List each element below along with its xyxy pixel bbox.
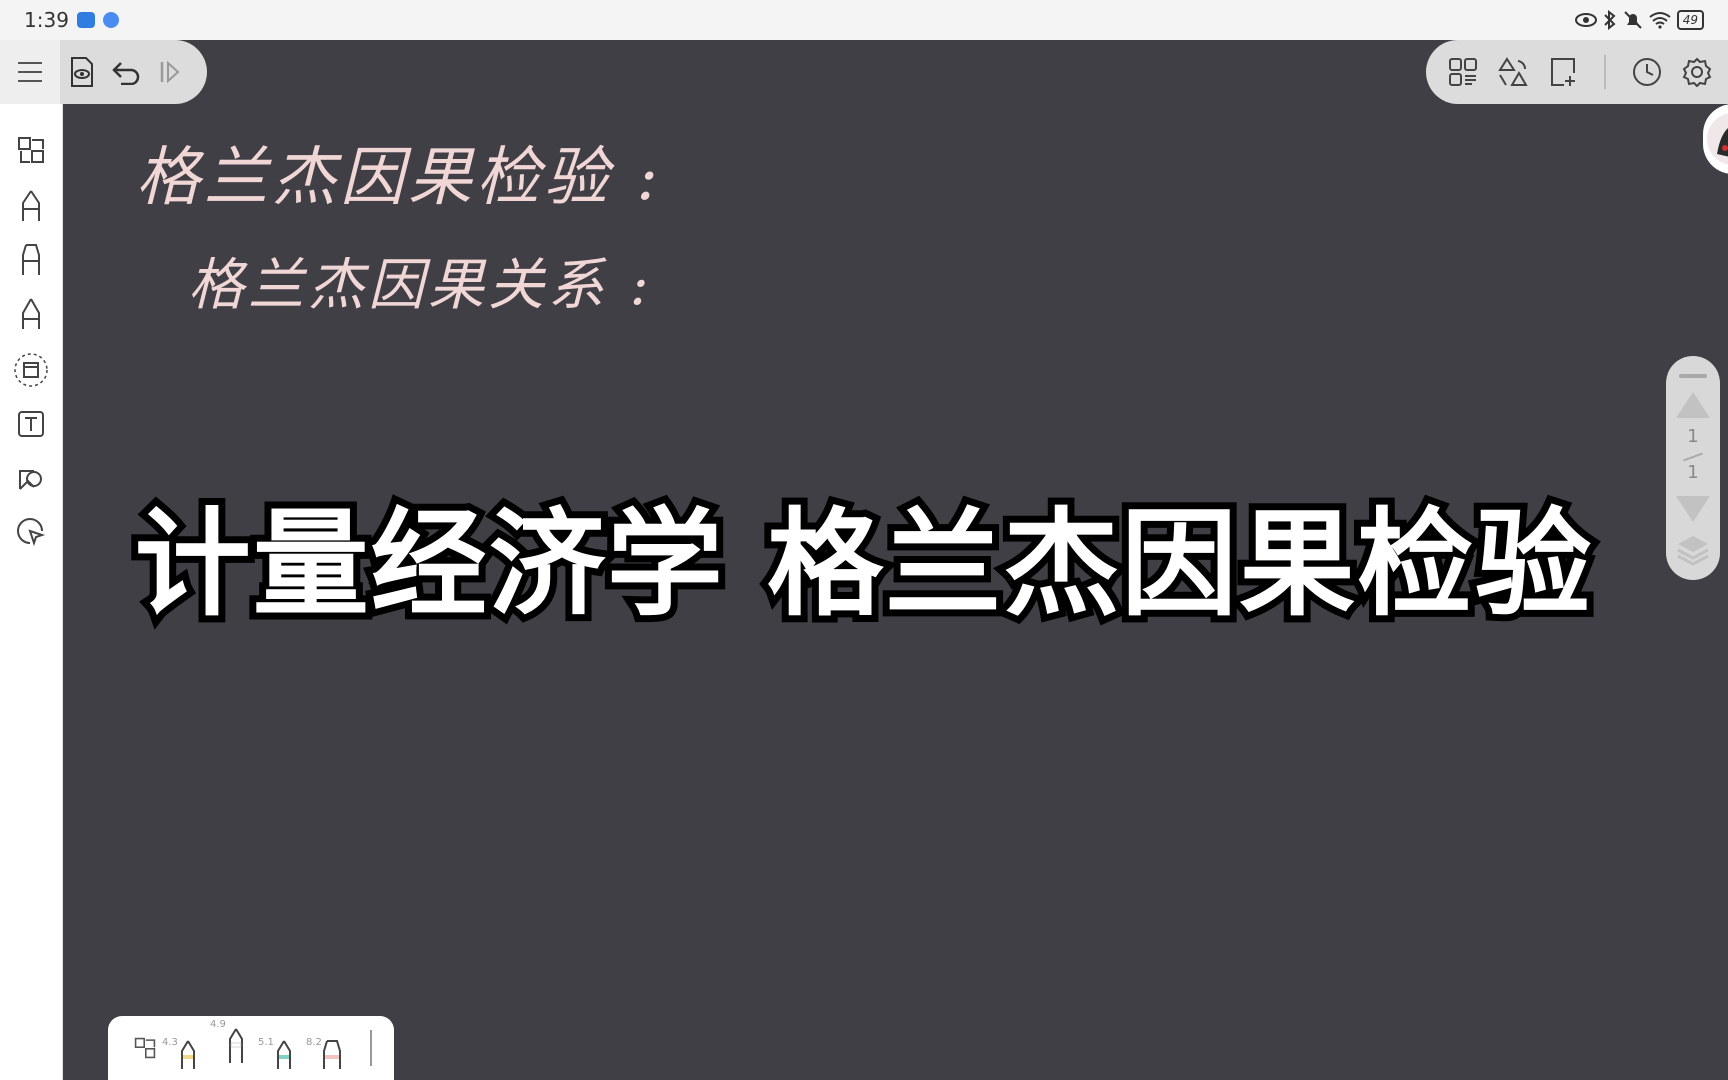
- tray-shapes-button[interactable]: [128, 1026, 162, 1070]
- tray-divider: [370, 1030, 372, 1066]
- bluetooth-icon: [1604, 10, 1616, 30]
- eye-icon: [1574, 13, 1597, 27]
- history-icon: [1633, 58, 1661, 86]
- handwritten-line-2: 格兰杰因果关系 :: [188, 253, 653, 318]
- marker-icon: [323, 1040, 341, 1069]
- shapes-tool-button[interactable]: [11, 130, 51, 170]
- redo-icon: [160, 60, 180, 84]
- thumbnails-icon: [1449, 58, 1477, 86]
- shape-recognition-button[interactable]: [1490, 49, 1536, 95]
- pen-tray: 4.3 4.9 5.1 8.2: [108, 1016, 394, 1080]
- shapes-recognition-icon: [1498, 57, 1528, 86]
- text-box-icon: [18, 411, 44, 437]
- pen-icon: [229, 1028, 243, 1063]
- marker-pen-icon: [22, 244, 40, 275]
- laser-pointer-tool-button[interactable]: [11, 512, 51, 552]
- menu-icon: [18, 62, 42, 82]
- wifi-icon: [1649, 12, 1671, 29]
- pen-icon: [277, 1040, 291, 1069]
- handwritten-line-1: 格兰杰因果检验 :: [136, 141, 662, 215]
- next-page-button[interactable]: [1676, 496, 1710, 522]
- tray-pen-size: 5.1: [258, 1037, 274, 1048]
- laser-pointer-icon: [17, 518, 46, 547]
- video-caption: 计量经济学 格兰杰因果检验: [128, 490, 1598, 639]
- current-page-number: 1: [1687, 426, 1699, 447]
- tray-pen-size: 4.3: [162, 1037, 178, 1048]
- tray-pen-size: 8.2: [306, 1037, 322, 1048]
- lasso-icon: [14, 353, 48, 387]
- text-tool-button[interactable]: [11, 404, 51, 444]
- undo-icon: [112, 62, 140, 85]
- tray-pen-3[interactable]: 5.1: [258, 1023, 306, 1073]
- shapes-icon: [134, 1037, 156, 1059]
- marker-tool-button[interactable]: [11, 240, 51, 280]
- redo-button[interactable]: [148, 50, 192, 94]
- tray-pen-2[interactable]: 4.9: [210, 1019, 258, 1073]
- history-button[interactable]: [1624, 49, 1670, 95]
- page-nav-handle[interactable]: [1679, 374, 1707, 378]
- add-page-icon: [1551, 58, 1575, 86]
- previous-page-button[interactable]: [1676, 392, 1710, 418]
- add-page-button[interactable]: [1540, 49, 1586, 95]
- status-left: 1:39: [24, 8, 119, 32]
- lasso-tool-button[interactable]: [11, 350, 51, 390]
- read-mode-icon: [71, 57, 93, 87]
- total-page-number: 1: [1687, 462, 1699, 483]
- menu-button[interactable]: [0, 40, 60, 104]
- pen-icon: [181, 1040, 195, 1069]
- thumbnails-button[interactable]: [1440, 49, 1486, 95]
- pencil-icon: [22, 298, 40, 329]
- toolbar-divider: [1604, 55, 1606, 89]
- read-mode-button[interactable]: [60, 50, 104, 94]
- page-navigator: 1 1: [1666, 356, 1720, 580]
- pencil-tool-button[interactable]: [11, 294, 51, 334]
- undo-button[interactable]: [104, 50, 148, 94]
- battery-indicator: 49: [1676, 10, 1704, 30]
- status-bar: 1:39 49: [0, 0, 1728, 40]
- mute-bell-icon: [1624, 11, 1642, 29]
- fountain-pen-icon: [22, 190, 40, 221]
- image-tool-button[interactable]: [11, 458, 51, 498]
- tray-pen-size: 4.9: [210, 1019, 226, 1030]
- status-time: 1:39: [24, 8, 69, 32]
- shapes-icon: [18, 137, 44, 163]
- status-right: 49: [1574, 10, 1704, 30]
- top-right-toolbar: [1426, 40, 1728, 104]
- browser-app-icon: [102, 12, 119, 28]
- settings-button[interactable]: [1674, 49, 1720, 95]
- tray-pen-4[interactable]: 8.2: [306, 1023, 354, 1073]
- layers-icon[interactable]: [1675, 532, 1711, 568]
- image-icon: [19, 470, 42, 490]
- fountain-pen-tool-button[interactable]: [11, 186, 51, 226]
- cloud-app-icon: [76, 12, 95, 28]
- page-separator: [1683, 452, 1703, 462]
- tray-pen-1[interactable]: 4.3: [162, 1023, 210, 1073]
- settings-icon: [1682, 57, 1712, 87]
- left-tool-rail: [0, 40, 63, 1080]
- top-left-toolbar: [0, 40, 207, 104]
